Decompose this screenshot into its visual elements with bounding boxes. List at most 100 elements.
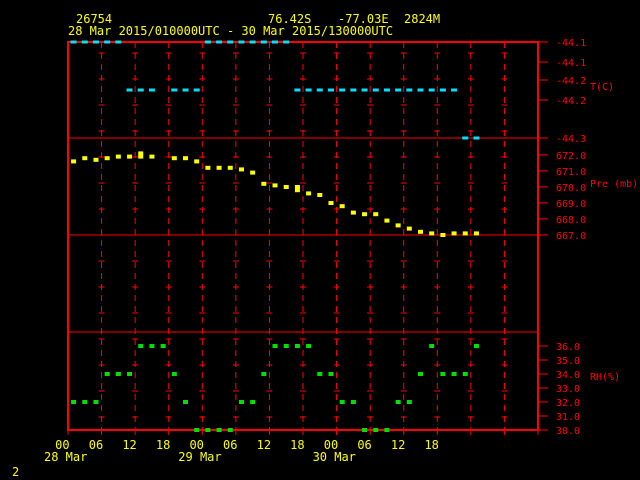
temp-point — [92, 40, 99, 44]
rh-point — [238, 400, 244, 404]
y-tick-label: 670.0 — [556, 183, 586, 194]
pressure-point — [138, 154, 144, 159]
temp-point — [70, 40, 77, 44]
pressure-point — [306, 191, 312, 196]
temp-point — [171, 88, 178, 92]
temp-point — [249, 40, 256, 44]
temp-point — [148, 88, 155, 92]
rh-point — [362, 428, 368, 432]
pressure-point — [418, 229, 423, 234]
temp-point — [193, 88, 200, 92]
y-tick-label: -44.2 — [556, 96, 586, 107]
x-tick-label: 12 — [257, 438, 271, 452]
rh-point — [171, 372, 177, 376]
x-tick-label: 18 — [424, 438, 438, 452]
x-tick-label: 06 — [357, 438, 371, 452]
y-tick-label: 667.0 — [556, 231, 586, 242]
x-tick-label: 12 — [122, 438, 136, 452]
rh-point — [194, 428, 200, 432]
pressure-point — [395, 223, 401, 228]
rh-point — [127, 372, 133, 376]
pressure-point — [283, 185, 289, 189]
rh-point — [205, 428, 211, 432]
pressure-point — [451, 231, 457, 236]
pressure-point — [149, 154, 155, 159]
pressure-point — [429, 231, 435, 236]
rh-point — [261, 372, 267, 376]
pressure-point — [462, 231, 468, 236]
rh-point — [429, 344, 435, 348]
rh-point — [283, 344, 289, 348]
rh-point — [317, 372, 323, 376]
rh-point — [306, 344, 312, 348]
pressure-point — [440, 233, 446, 237]
temp-point — [272, 40, 279, 44]
y-tick-label: 34.0 — [556, 370, 580, 381]
pressure-point — [205, 165, 211, 170]
rh-point — [216, 428, 222, 432]
temp-point — [473, 136, 480, 140]
temp-point — [428, 88, 435, 92]
temp-point — [204, 40, 211, 44]
rh-point — [440, 372, 446, 376]
pressure-point — [93, 157, 99, 162]
x-tick-label: 18 — [156, 438, 170, 452]
rh-point — [328, 372, 334, 376]
y-tick-label: -44.2 — [556, 76, 586, 87]
rh-point — [350, 400, 356, 404]
y-tick-label: -44.3 — [556, 134, 586, 145]
temp-point — [383, 88, 390, 92]
pressure-point — [373, 212, 379, 217]
pressure-point — [227, 165, 233, 170]
rh-point — [473, 344, 479, 348]
x-tick-label: 18 — [290, 438, 304, 452]
pressure-point — [272, 183, 278, 188]
temp-point — [327, 88, 334, 92]
temp-point — [305, 88, 312, 92]
date-label: 30 Mar — [313, 450, 356, 464]
pressure-point — [294, 188, 300, 193]
rh-point — [149, 344, 155, 348]
y-tick-label: 30.0 — [556, 426, 580, 437]
x-tick-label: 06 — [223, 438, 237, 452]
temp-point — [361, 88, 368, 92]
temp-point — [316, 88, 323, 92]
rh-point — [451, 372, 457, 376]
temp-point — [260, 40, 267, 44]
y-axis-title: T(C) — [590, 82, 614, 93]
temp-point — [182, 88, 189, 92]
rh-point — [104, 372, 110, 376]
rh-point — [272, 344, 278, 348]
y-tick-label: 31.0 — [556, 412, 580, 423]
temp-point — [339, 88, 346, 92]
temp-point — [126, 88, 133, 92]
rh-point — [227, 428, 233, 432]
y-tick-label: 669.0 — [556, 199, 586, 210]
pressure-point — [250, 170, 256, 175]
x-tick-label: 06 — [89, 438, 103, 452]
rh-point — [160, 344, 166, 348]
rh-point — [373, 428, 379, 432]
temp-point — [439, 88, 446, 92]
rh-point — [183, 400, 188, 404]
rh-point — [384, 428, 390, 432]
rh-point — [138, 344, 144, 348]
pressure-point — [171, 156, 177, 161]
pressure-point — [127, 154, 133, 159]
pressure-point — [216, 165, 222, 170]
y-tick-label: -44.1 — [556, 58, 586, 69]
y-tick-label: 33.0 — [556, 384, 580, 395]
rh-point — [418, 372, 423, 376]
pressure-point — [261, 181, 267, 186]
rh-point — [250, 400, 256, 404]
rh-point — [406, 400, 412, 404]
date-label: 29 Mar — [178, 450, 221, 464]
pressure-point — [194, 159, 200, 164]
temp-point — [350, 88, 357, 92]
pressure-point — [183, 156, 188, 161]
y-tick-label: 36.0 — [556, 342, 580, 353]
temp-point — [283, 40, 290, 44]
pressure-point — [115, 154, 121, 159]
x-tick-label: 12 — [391, 438, 405, 452]
pressure-point — [104, 156, 110, 161]
